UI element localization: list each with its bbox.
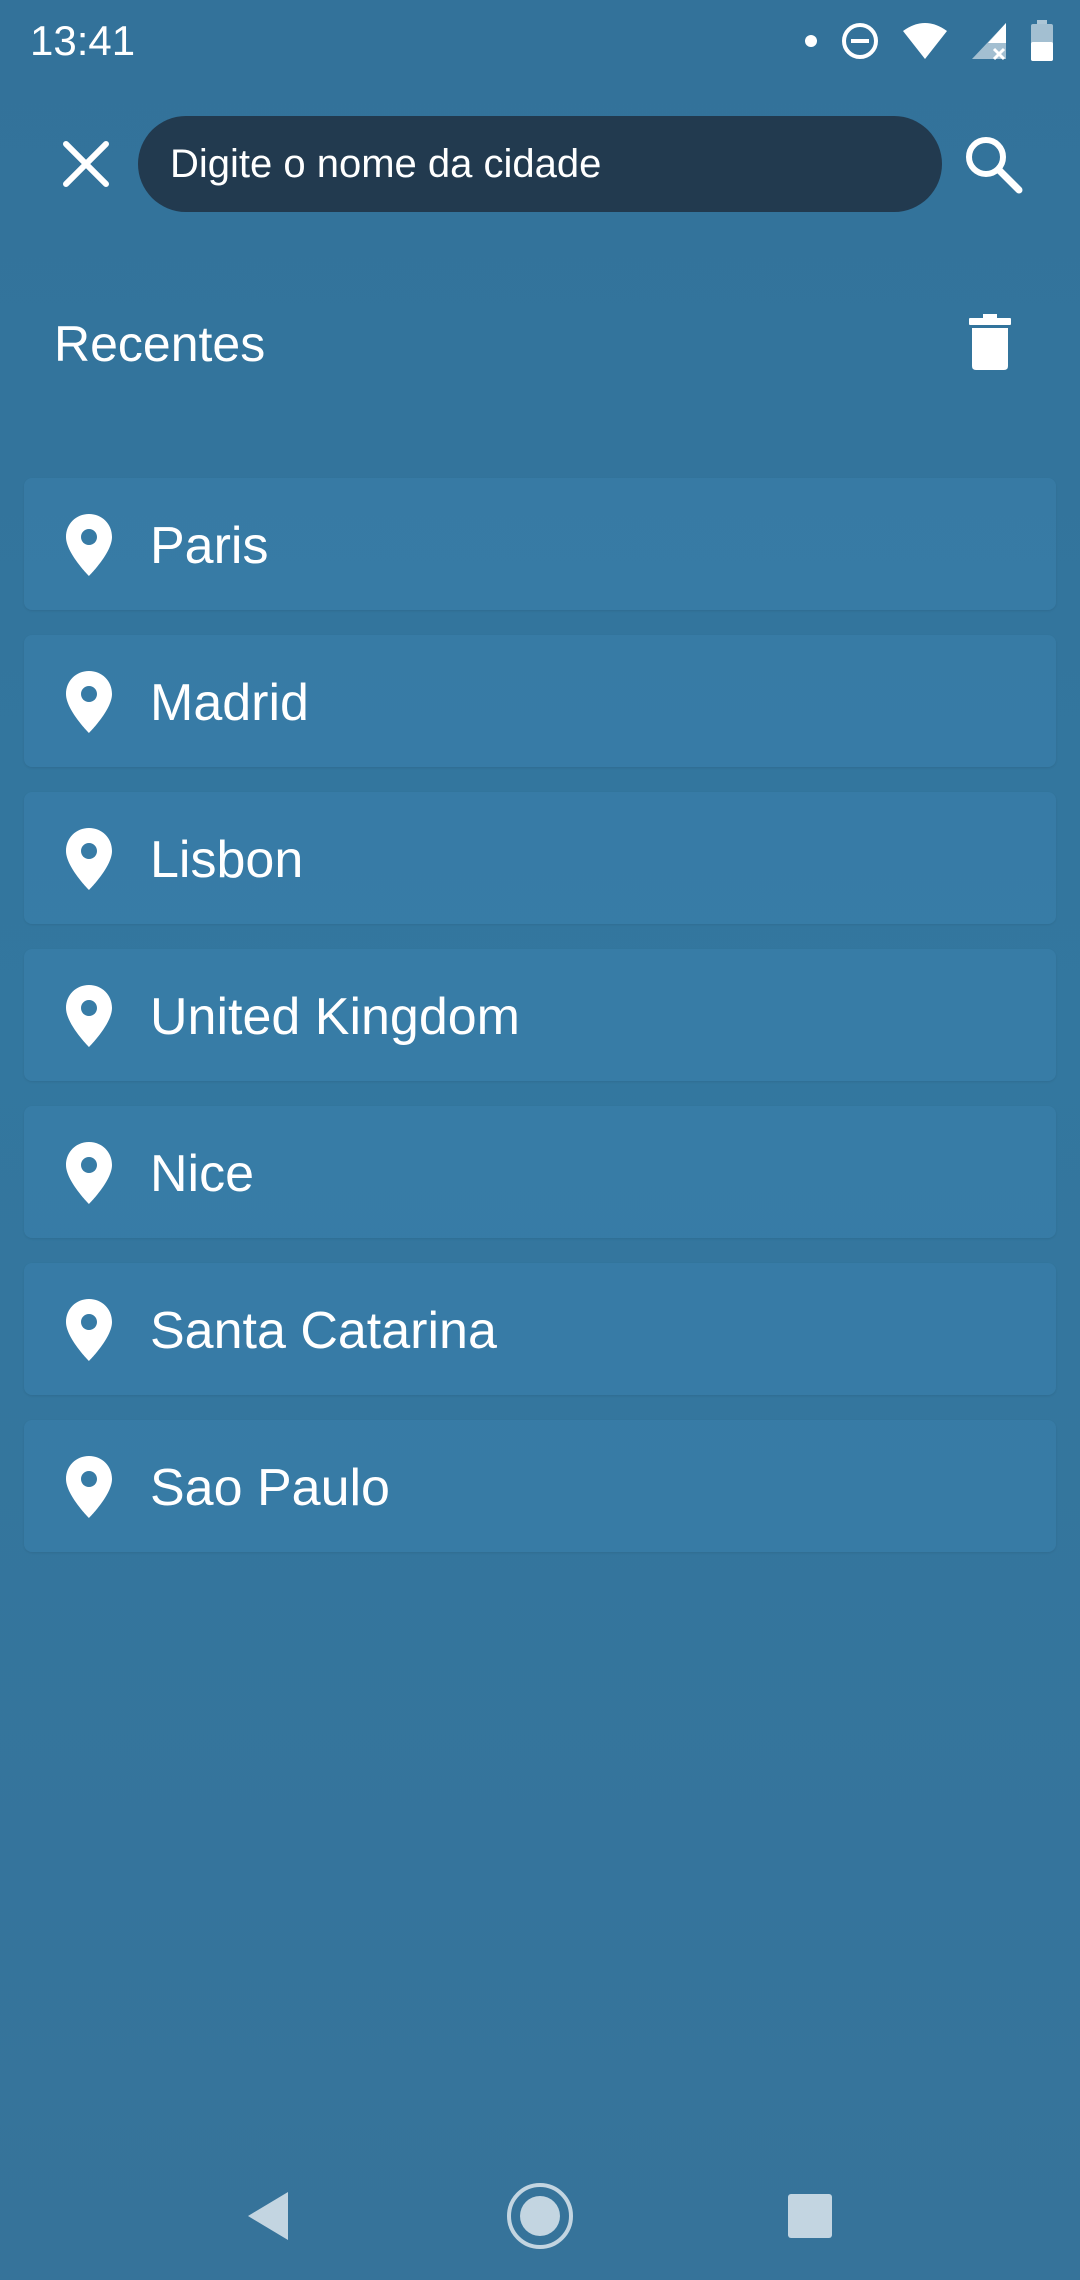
recents-button[interactable] bbox=[770, 2178, 850, 2258]
location-pin-icon bbox=[66, 828, 112, 890]
back-icon bbox=[244, 2190, 292, 2247]
list-item[interactable]: Madrid bbox=[24, 635, 1056, 767]
wifi-icon bbox=[902, 21, 948, 61]
location-pin-icon bbox=[66, 985, 112, 1047]
status-time: 13:41 bbox=[30, 17, 136, 64]
status-icons bbox=[804, 14, 1054, 68]
trash-icon bbox=[969, 313, 1011, 375]
recents-title: Recentes bbox=[54, 316, 266, 372]
list-item[interactable]: Sao Paulo bbox=[24, 1420, 1056, 1552]
city-name: Santa Catarina bbox=[150, 1302, 497, 1360]
city-name: Paris bbox=[150, 517, 269, 575]
search-icon bbox=[963, 134, 1023, 199]
list-item[interactable]: Paris bbox=[24, 478, 1056, 610]
location-pin-icon bbox=[66, 1142, 112, 1204]
search-field[interactable] bbox=[138, 116, 942, 212]
list-item[interactable]: United Kingdom bbox=[24, 949, 1056, 1081]
search-input[interactable] bbox=[168, 140, 912, 188]
recents-icon bbox=[786, 2192, 834, 2245]
status-bar: 13:41 bbox=[0, 0, 1080, 84]
location-pin-icon bbox=[66, 514, 112, 576]
app-screen: 13:41 Digite o nome da cidade Recentes P… bbox=[0, 0, 1080, 2280]
search-button[interactable] bbox=[958, 134, 1028, 198]
battery-icon bbox=[1030, 20, 1054, 62]
back-button[interactable] bbox=[228, 2178, 308, 2258]
city-name: United Kingdom bbox=[150, 988, 520, 1046]
recents-header: Recentes bbox=[0, 300, 1080, 390]
city-name: Madrid bbox=[150, 674, 309, 732]
city-name: Nice bbox=[150, 1145, 255, 1203]
close-button[interactable] bbox=[50, 136, 122, 196]
search-bar bbox=[0, 116, 1080, 214]
navigation-bar bbox=[0, 2148, 1080, 2280]
notification-dot-icon bbox=[804, 34, 818, 48]
location-pin-icon bbox=[66, 1456, 112, 1518]
list-item[interactable]: Lisbon bbox=[24, 792, 1056, 924]
cell-signal-icon bbox=[970, 21, 1008, 61]
list-item[interactable]: Nice bbox=[24, 1106, 1056, 1238]
location-pin-icon bbox=[66, 1299, 112, 1361]
close-icon bbox=[62, 140, 110, 193]
clear-recents-button[interactable] bbox=[960, 308, 1020, 380]
home-icon bbox=[505, 2181, 575, 2256]
list-item[interactable]: Santa Catarina bbox=[24, 1263, 1056, 1395]
home-button[interactable] bbox=[500, 2178, 580, 2258]
recent-cities-list: Paris Madrid Lisbon United Kingdom Nice bbox=[24, 478, 1056, 1577]
city-name: Lisbon bbox=[150, 831, 304, 889]
city-name: Sao Paulo bbox=[150, 1459, 390, 1517]
do-not-disturb-icon bbox=[840, 21, 880, 61]
location-pin-icon bbox=[66, 671, 112, 733]
